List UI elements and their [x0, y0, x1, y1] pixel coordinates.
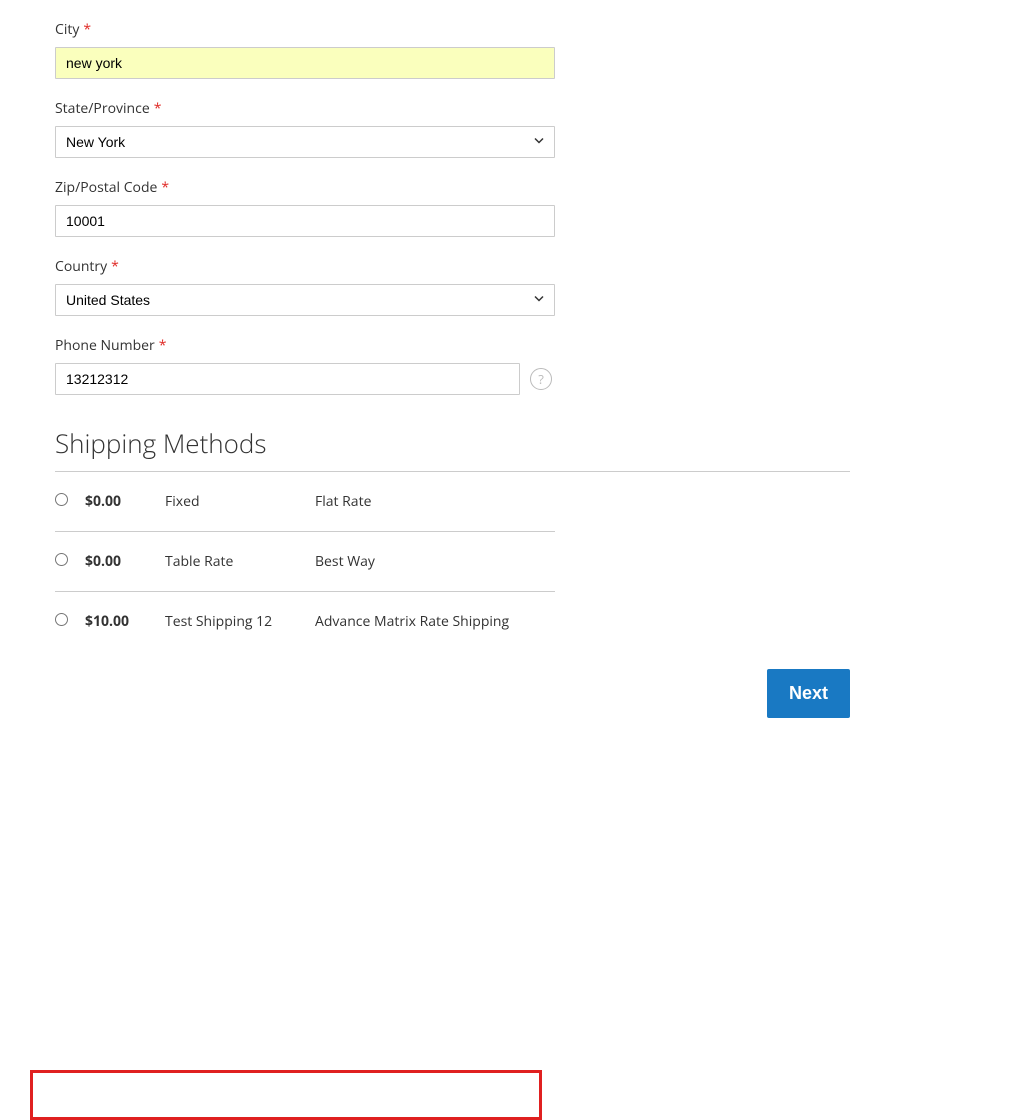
zip-field: Zip/Postal Code* — [55, 178, 555, 237]
shipping-methods-table: $0.00 Fixed Flat Rate $0.00 Table Rate B… — [55, 472, 555, 651]
country-field: Country* United States — [55, 257, 555, 316]
shipping-carrier: Best Way — [315, 532, 555, 592]
shipping-address-form: City* State/Province* New York Zip/Posta… — [55, 20, 555, 395]
shipping-price: $0.00 — [85, 472, 165, 532]
actions-toolbar: Next — [55, 669, 850, 718]
shipping-method-radio[interactable] — [55, 493, 68, 506]
shipping-methods-title: Shipping Methods — [55, 425, 981, 461]
highlight-annotation — [30, 1070, 542, 1120]
help-icon[interactable]: ? — [530, 368, 552, 390]
zip-label: Zip/Postal Code* — [55, 178, 555, 197]
phone-input[interactable] — [55, 363, 520, 395]
state-label: State/Province* — [55, 99, 555, 118]
shipping-method-name: Table Rate — [165, 532, 315, 592]
city-label: City* — [55, 20, 555, 39]
shipping-price: $10.00 — [85, 592, 165, 652]
shipping-method-radio[interactable] — [55, 553, 68, 566]
country-select[interactable]: United States — [55, 284, 555, 316]
shipping-carrier: Advance Matrix Rate Shipping — [315, 592, 555, 652]
phone-field: Phone Number* ? — [55, 336, 555, 395]
shipping-method-radio[interactable] — [55, 613, 68, 626]
shipping-methods-section: $0.00 Fixed Flat Rate $0.00 Table Rate B… — [55, 472, 981, 651]
shipping-carrier: Flat Rate — [315, 472, 555, 532]
shipping-method-name: Fixed — [165, 472, 315, 532]
city-input[interactable] — [55, 47, 555, 79]
phone-label: Phone Number* — [55, 336, 555, 355]
shipping-method-name: Test Shipping 12 — [165, 592, 315, 652]
next-button[interactable]: Next — [767, 669, 850, 718]
country-label: Country* — [55, 257, 555, 276]
state-select[interactable]: New York — [55, 126, 555, 158]
city-field: City* — [55, 20, 555, 79]
zip-input[interactable] — [55, 205, 555, 237]
shipping-price: $0.00 — [85, 532, 165, 592]
state-field: State/Province* New York — [55, 99, 555, 158]
shipping-method-row[interactable]: $0.00 Table Rate Best Way — [55, 532, 555, 592]
shipping-method-row[interactable]: $10.00 Test Shipping 12 Advance Matrix R… — [55, 592, 555, 652]
shipping-method-row[interactable]: $0.00 Fixed Flat Rate — [55, 472, 555, 532]
